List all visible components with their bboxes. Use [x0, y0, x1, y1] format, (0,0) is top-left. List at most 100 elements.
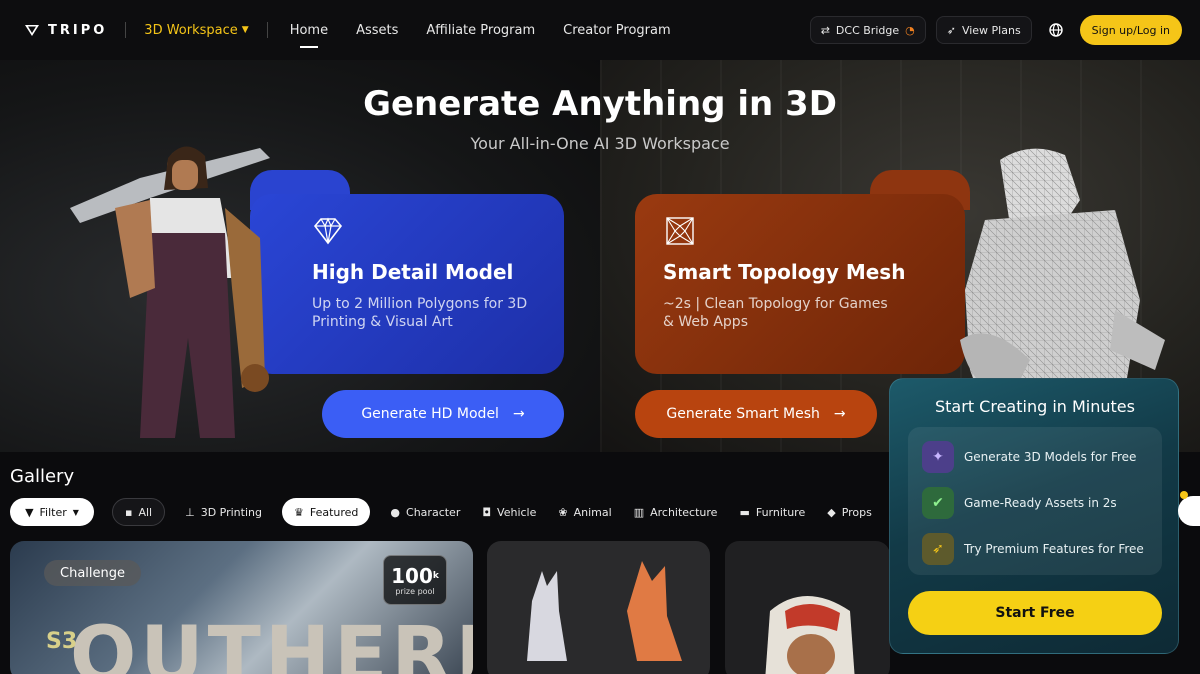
- filter-3d-printing[interactable]: ⊥ 3D Printing: [183, 498, 264, 526]
- side-toggle-button[interactable]: [1178, 496, 1200, 526]
- generate-hd-model-button[interactable]: Generate HD Model →: [322, 390, 564, 438]
- filter-vehicle[interactable]: ◘ Vehicle: [480, 498, 538, 526]
- sparkle-icon: ✦: [922, 441, 954, 473]
- diamond-icon: [313, 217, 343, 245]
- filter-all[interactable]: ▪ All: [112, 498, 166, 526]
- blender-icon: ◔: [905, 23, 915, 37]
- prize-unit: k: [432, 570, 439, 581]
- paw-icon: ❀: [558, 505, 568, 519]
- challenge-title-art: OUTHERE: [70, 611, 473, 674]
- generate-hd-label: Generate HD Model: [361, 406, 499, 422]
- start-creating-popup: Start Creating in Minutes ✦ Generate 3D …: [889, 378, 1179, 654]
- generate-mesh-label: Generate Smart Mesh: [666, 406, 820, 422]
- building-icon: ▥: [633, 505, 645, 519]
- hero-title: Generate Anything in 3D: [363, 84, 837, 124]
- workspace-dropdown[interactable]: 3D Workspace ▼: [144, 23, 248, 38]
- arrow-right-icon: →: [512, 406, 525, 422]
- filter-dropdown[interactable]: ▼ Filter ▼: [10, 498, 94, 526]
- prize-number: 100: [391, 563, 433, 588]
- signup-login-button[interactable]: Sign up/Log in: [1079, 15, 1182, 45]
- language-button[interactable]: [1042, 16, 1070, 44]
- person-icon: ●: [390, 505, 401, 519]
- filter-label: Filter: [39, 505, 67, 519]
- season-label: S3: [46, 629, 78, 654]
- brand-logo[interactable]: TRIPO: [24, 22, 107, 38]
- filter-vehicle-label: Vehicle: [497, 505, 537, 519]
- workspace-label: 3D Workspace: [144, 22, 238, 38]
- globe-icon: [1048, 23, 1063, 37]
- nav-link-affiliate[interactable]: Affiliate Program: [426, 19, 535, 42]
- rocket-icon: ➶: [946, 23, 956, 37]
- nav-divider: [266, 22, 268, 38]
- cube-icon: ◆: [827, 505, 836, 519]
- generate-smart-mesh-button[interactable]: Generate Smart Mesh →: [635, 390, 877, 438]
- popup-feature-list: ✦ Generate 3D Models for Free ✔ Game-Rea…: [908, 427, 1162, 575]
- filter-all-label: All: [138, 505, 153, 519]
- filter-props[interactable]: ◆ Props: [825, 498, 874, 526]
- challenge-badge: Challenge: [44, 560, 141, 586]
- chevron-down-icon: ▼: [72, 507, 79, 517]
- printer-icon: ⊥: [185, 505, 195, 519]
- nav-link-home[interactable]: Home: [290, 19, 328, 42]
- top-nav: TRIPO 3D Workspace ▼ Home Assets Affilia…: [0, 0, 1200, 60]
- start-free-button[interactable]: Start Free: [908, 591, 1162, 635]
- grid-icon: ▪: [125, 505, 133, 519]
- mesh-icon: [666, 217, 694, 245]
- popup-item-premium: ➶ Try Premium Features for Free: [922, 533, 1144, 565]
- mesh-card-title: Smart Topology Mesh: [663, 260, 906, 284]
- swap-icon: ⇄: [820, 23, 830, 37]
- filter-3d-printing-label: 3D Printing: [200, 505, 262, 519]
- popup-item-label: Generate 3D Models for Free: [964, 450, 1137, 464]
- hd-card-desc: Up to 2 Million Polygons for 3D Printing…: [312, 296, 528, 330]
- gallery-filters: ▼ Filter ▼ ▪ All ⊥ 3D Printing ♛ Feature…: [10, 498, 874, 526]
- prize-label: prize pool: [395, 586, 435, 596]
- view-plans-label: View Plans: [961, 23, 1021, 37]
- prize-amount: 100k: [391, 565, 439, 587]
- mesh-card-desc: ~2s | Clean Topology for Games & Web App…: [663, 296, 888, 330]
- rocket-icon: ➶: [922, 533, 954, 565]
- gallery-tile-wolves[interactable]: [487, 541, 710, 674]
- dcc-bridge-label: DCC Bridge: [835, 23, 900, 37]
- dcc-bridge-button[interactable]: ⇄ DCC Bridge ◔: [809, 16, 926, 44]
- view-plans-button[interactable]: ➶ View Plans: [935, 16, 1032, 44]
- car-icon: ◘: [482, 505, 492, 519]
- filter-animal-label: Animal: [573, 505, 612, 519]
- filter-furniture[interactable]: ▬ Furniture: [737, 498, 807, 526]
- popup-item-label: Try Premium Features for Free: [964, 542, 1144, 556]
- popup-item-label: Game-Ready Assets in 2s: [964, 496, 1117, 510]
- notification-dot: [1180, 491, 1188, 499]
- prize-pool-badge: 100k prize pool: [383, 555, 447, 605]
- filter-character[interactable]: ● Character: [388, 498, 462, 526]
- warrior-character-image: [70, 146, 270, 438]
- gallery-tile-challenge[interactable]: Challenge 100k prize pool OUTHERE S3: [10, 541, 473, 674]
- filter-character-label: Character: [406, 505, 461, 519]
- popup-item-generate: ✦ Generate 3D Models for Free: [922, 441, 1136, 473]
- nav-link-creator[interactable]: Creator Program: [563, 19, 670, 42]
- tripo-logo-icon: [25, 25, 39, 36]
- filter-props-label: Props: [841, 505, 872, 519]
- filter-furniture-label: Furniture: [755, 505, 806, 519]
- wolf-models-image: [527, 561, 682, 661]
- filter-architecture[interactable]: ▥ Architecture: [632, 498, 720, 526]
- popup-title: Start Creating in Minutes: [935, 397, 1135, 416]
- brand-name: TRIPO: [48, 22, 108, 38]
- arrow-right-icon: →: [833, 406, 846, 422]
- nav-links: Home Assets Affiliate Program Creator Pr…: [290, 19, 671, 42]
- gallery-tile-character[interactable]: [725, 541, 890, 674]
- thumbs-up-icon: ✔: [922, 487, 954, 519]
- filter-animal[interactable]: ❀ Animal: [556, 498, 613, 526]
- hd-card-title: High Detail Model: [312, 260, 514, 284]
- masked-character-image: [765, 596, 855, 674]
- filter-featured[interactable]: ♛ Featured: [281, 498, 371, 526]
- funnel-icon: ▼: [25, 505, 34, 519]
- nav-link-assets[interactable]: Assets: [356, 19, 398, 42]
- nav-right: ⇄ DCC Bridge ◔ ➶ View Plans Sign up/Log …: [809, 15, 1182, 45]
- crown-icon: ♛: [293, 505, 304, 519]
- popup-item-game-ready: ✔ Game-Ready Assets in 2s: [922, 487, 1117, 519]
- filter-featured-label: Featured: [309, 505, 359, 519]
- nav-divider: [125, 22, 127, 38]
- sofa-icon: ▬: [739, 505, 750, 519]
- chevron-down-icon: ▼: [241, 25, 249, 35]
- gallery-title: Gallery: [10, 466, 75, 487]
- filter-architecture-label: Architecture: [650, 505, 718, 519]
